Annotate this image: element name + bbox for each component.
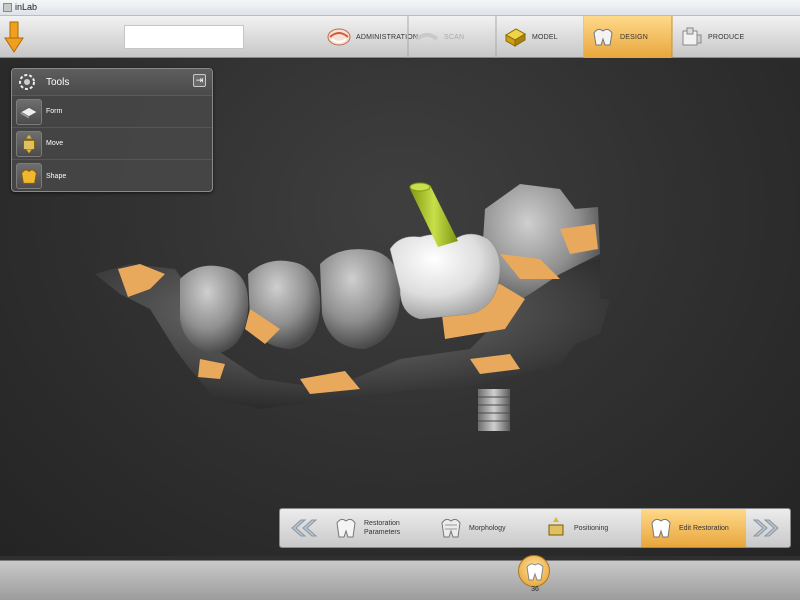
step-morphology[interactable]: Morphology — [431, 509, 536, 547]
window-title: inLab — [15, 2, 38, 12]
shape-icon — [16, 163, 42, 189]
tool-move[interactable]: Move — [12, 128, 212, 160]
step-label: Morphology — [469, 524, 506, 532]
dock-panel-button[interactable]: ⇥ — [193, 74, 206, 87]
form-icon — [16, 98, 42, 125]
implant-fixture — [478, 389, 510, 431]
step-restoration-parameters[interactable]: Restoration Parameters — [326, 509, 431, 547]
tab-label: PRODUCE — [708, 33, 745, 41]
step-positioning[interactable]: Positioning — [536, 509, 641, 547]
tools-ring-icon — [19, 74, 35, 90]
crown-restoration[interactable] — [389, 233, 501, 320]
morphology-icon — [441, 518, 461, 538]
back-arrow-button[interactable] — [4, 20, 24, 54]
tool-label: Form — [46, 108, 63, 115]
dock-arrow-icon: ⇥ — [195, 75, 204, 85]
tab-label: MODEL — [532, 33, 558, 41]
positioning-icon — [548, 517, 564, 536]
patient-name-field[interactable] — [124, 25, 244, 49]
tools-panel: Tools ⇥ Form Move Shape — [11, 68, 213, 192]
step-label: Restoration Parameters — [364, 520, 401, 536]
design-tooth-icon — [593, 28, 613, 46]
tab-scan[interactable]: SCAN — [408, 16, 497, 58]
phase-tabs: ADMINISTRATION SCAN MODEL DESIGN PRODUCE — [320, 16, 800, 58]
step-edit-restoration[interactable]: Edit Restoration — [641, 509, 746, 547]
tab-produce[interactable]: PRODUCE — [672, 16, 760, 58]
tool-label: Shape — [46, 172, 67, 180]
tools-panel-title: Tools — [46, 76, 70, 88]
premolar-2 — [320, 249, 401, 349]
model-icon — [505, 28, 526, 47]
double-chevron-right-icon — [753, 519, 779, 537]
previous-step-button[interactable] — [282, 511, 322, 545]
tool-label: Move — [46, 140, 64, 147]
next-step-button[interactable] — [748, 511, 788, 545]
scan-icon — [415, 33, 439, 41]
edit-restoration-icon — [651, 518, 671, 538]
main-toolbar: ADMINISTRATION SCAN MODEL DESIGN PRODUCE — [0, 16, 800, 58]
tooth-parameters-icon — [336, 518, 356, 538]
tools-panel-header: Tools ⇥ — [12, 69, 212, 96]
mill-icon — [682, 27, 702, 46]
tab-label: SCAN — [444, 33, 465, 41]
window-titlebar: inLab — [0, 0, 800, 16]
tooth-36-button[interactable] — [518, 555, 550, 587]
tab-model[interactable]: MODEL — [496, 16, 585, 58]
tooth-number: 36 — [531, 586, 539, 593]
molar-left — [180, 265, 249, 354]
design-step-bar: Restoration Parameters Morphology Positi… — [279, 508, 791, 548]
move-icon — [16, 130, 42, 157]
double-chevron-left-icon — [291, 519, 317, 537]
design-steps: Restoration Parameters Morphology Positi… — [326, 509, 746, 547]
tab-administration[interactable]: ADMINISTRATION — [320, 16, 418, 58]
tooth-selector-strip — [0, 560, 800, 600]
app-icon — [3, 3, 12, 12]
dentures-icon — [327, 28, 351, 46]
tool-form[interactable]: Form — [12, 96, 212, 128]
step-label: Edit Restoration — [679, 524, 729, 532]
tooth-icon — [526, 563, 544, 581]
tab-label: DESIGN — [620, 33, 649, 41]
tab-design[interactable]: DESIGN — [584, 16, 673, 58]
tool-shape[interactable]: Shape — [12, 160, 212, 192]
back-arrow-icon — [4, 21, 24, 53]
step-label: Positioning — [574, 524, 609, 532]
